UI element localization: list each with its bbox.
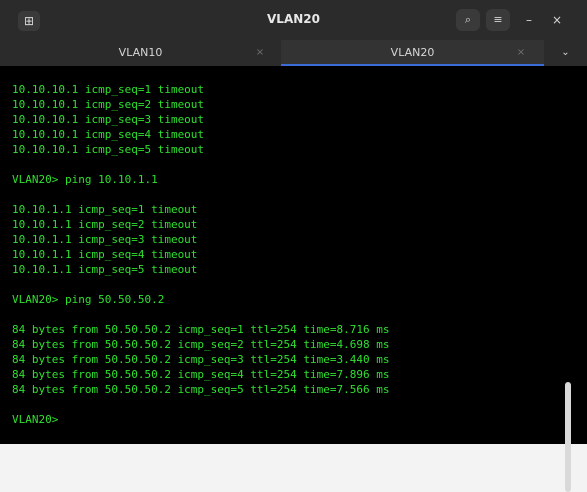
terminal-line: VLAN20> <box>12 413 59 426</box>
search-icon: ⌕ <box>464 13 472 26</box>
title-bar: ⊞ VLAN20 ⌕ ≡ – × <box>0 0 587 40</box>
tab-bar: VLAN10 × VLAN20 × ⌄ <box>0 40 587 66</box>
terminal-line: 10.10.10.1 icmp_seq=2 timeout <box>12 98 205 111</box>
tab-label: VLAN20 <box>390 46 435 59</box>
minimize-button[interactable]: – <box>520 10 538 30</box>
terminal-window: ⊞ VLAN20 ⌕ ≡ – × VLAN10 × VLAN20 × ⌄ 10.… <box>0 0 587 492</box>
terminal-line: 10.10.1.1 icmp_seq=2 timeout <box>12 218 198 231</box>
terminal-line: 10.10.1.1 icmp_seq=3 timeout <box>12 233 198 246</box>
terminal-line: 10.10.1.1 icmp_seq=5 timeout <box>12 263 198 276</box>
tab-close-icon[interactable]: × <box>252 40 268 66</box>
terminal-line: 84 bytes from 50.50.50.2 icmp_seq=3 ttl=… <box>12 353 390 366</box>
terminal-line: VLAN20> ping 10.10.1.1 <box>12 173 158 186</box>
terminal-output[interactable]: 10.10.10.1 icmp_seq=1 timeout 10.10.10.1 … <box>0 66 587 492</box>
scrollbar[interactable] <box>565 382 571 492</box>
terminal-line: 84 bytes from 50.50.50.2 icmp_seq=4 ttl=… <box>12 368 390 381</box>
search-button[interactable]: ⌕ <box>456 9 480 31</box>
menu-button[interactable]: ≡ <box>486 9 510 31</box>
tab-vlan10[interactable]: VLAN10 × <box>0 40 281 66</box>
terminal-line: VLAN20> ping 50.50.50.2 <box>12 293 165 306</box>
terminal-line: 10.10.1.1 icmp_seq=1 timeout <box>12 203 198 216</box>
terminal-line: 10.10.10.1 icmp_seq=1 timeout <box>12 83 205 96</box>
tab-vlan20[interactable]: VLAN20 × <box>281 40 544 66</box>
terminal-line: 10.10.10.1 icmp_seq=5 timeout <box>12 143 205 156</box>
terminal-line: 10.10.10.1 icmp_seq=4 timeout <box>12 128 205 141</box>
tab-close-icon[interactable]: × <box>513 40 529 66</box>
terminal-line: 10.10.10.1 icmp_seq=3 timeout <box>12 113 205 126</box>
tabs-overflow-button[interactable]: ⌄ <box>544 40 587 66</box>
terminal-line: 10.10.1.1 icmp_seq=4 timeout <box>12 248 198 261</box>
chevron-down-icon: ⌄ <box>561 47 570 58</box>
hamburger-menu-icon: ≡ <box>493 13 503 26</box>
terminal-line: 84 bytes from 50.50.50.2 icmp_seq=1 ttl=… <box>12 323 390 336</box>
tab-label: VLAN10 <box>118 46 163 59</box>
terminal-line: 84 bytes from 50.50.50.2 icmp_seq=5 ttl=… <box>12 383 390 396</box>
terminal-line: 84 bytes from 50.50.50.2 icmp_seq=2 ttl=… <box>12 338 390 351</box>
close-window-button[interactable]: × <box>548 10 566 30</box>
terminal-lines: 10.10.10.1 icmp_seq=1 timeout 10.10.10.1 … <box>12 82 390 427</box>
